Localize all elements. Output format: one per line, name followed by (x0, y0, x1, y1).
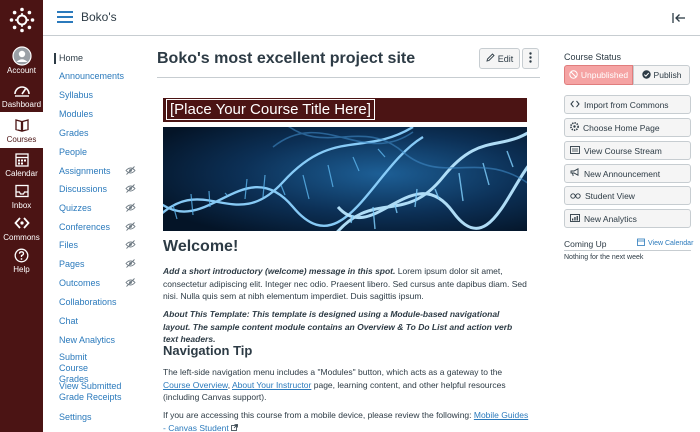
unpublished-button[interactable]: Unpublished (564, 65, 633, 85)
course-header: Boko's (43, 0, 700, 36)
welcome-heading: Welcome! (163, 238, 239, 255)
course-nav-quizzes[interactable]: Quizzes (54, 203, 152, 214)
breadcrumb[interactable]: Boko's (81, 10, 117, 24)
course-nav-syllabus[interactable]: Syllabus (54, 90, 152, 101)
course-nav-people[interactable]: People (54, 147, 152, 158)
navigation-tip-heading: Navigation Tip (163, 343, 253, 358)
commons-icon (570, 100, 580, 110)
hidden-eye-icon (125, 184, 136, 196)
global-nav-account[interactable]: Account (0, 46, 43, 78)
mobile-paragraph: If you are accessing this course from a … (163, 410, 529, 432)
course-nav-modules[interactable]: Modules (54, 109, 152, 120)
dashboard-icon (13, 80, 31, 100)
gear-icon (570, 122, 579, 133)
publish-button[interactable]: Publish (633, 65, 690, 85)
global-nav-calendar[interactable]: Calendar (0, 149, 43, 181)
import-from-commons-button[interactable]: Import from Commons (564, 95, 691, 114)
coming-up-heading: Coming Up (564, 239, 607, 249)
view-course-stream-button[interactable]: View Course Stream (564, 141, 691, 160)
more-options-button[interactable] (522, 48, 539, 69)
course-nav-home[interactable]: Home (54, 53, 152, 64)
inbox-icon (14, 181, 29, 201)
course-status-title: Course Status (564, 52, 622, 62)
hidden-eye-icon (125, 203, 136, 215)
global-nav-courses[interactable]: Courses (0, 112, 43, 148)
edit-button[interactable]: Edit (479, 48, 520, 69)
hidden-eye-icon (125, 222, 136, 234)
new-announcement-button[interactable]: New Announcement (564, 164, 691, 183)
hidden-eye-icon (125, 259, 136, 271)
course-nav-conferences[interactable]: Conferences (54, 222, 152, 233)
global-nav-commons[interactable]: Commons (0, 213, 43, 245)
course-nav-pages[interactable]: Pages (54, 259, 152, 270)
megaphone-icon (570, 168, 580, 179)
course-nav-chat[interactable]: Chat (54, 316, 152, 327)
coming-up-divider (564, 250, 691, 251)
course-nav-discussions[interactable]: Discussions (54, 184, 152, 195)
course-overview-link[interactable]: Course Overview (163, 380, 228, 390)
course-nav-collaborations[interactable]: Collaborations (54, 297, 152, 308)
commons-icon (13, 213, 30, 233)
pencil-icon (486, 53, 495, 64)
stream-icon (570, 145, 580, 156)
hidden-eye-icon (125, 166, 136, 178)
about-paragraph: About This Template: This template is de… (163, 309, 513, 344)
collapse-sidebar-icon[interactable] (672, 11, 686, 29)
course-nav-assignments[interactable]: Assignments (54, 166, 152, 177)
check-circle-icon (641, 69, 651, 81)
help-icon (14, 245, 29, 265)
glasses-icon (570, 191, 581, 201)
about-instructor-link[interactable]: About Your Instructor (232, 380, 311, 390)
book-icon (14, 115, 30, 135)
external-link-icon (229, 423, 238, 432)
course-nav-announcements[interactable]: Announcements (54, 71, 152, 82)
global-nav-inbox[interactable]: Inbox (0, 181, 43, 213)
course-nav-grades[interactable]: Grades (54, 128, 152, 139)
choose-home-page-button[interactable]: Choose Home Page (564, 118, 691, 137)
global-nav-help[interactable]: Help (0, 245, 43, 277)
navigation-paragraph: The left-side navigation menu includes a… (163, 367, 506, 402)
global-navigation: Account Dashboard Courses Calendar Inbox… (0, 0, 43, 432)
canvas-logo-icon[interactable] (0, 0, 43, 40)
global-nav-dashboard[interactable]: Dashboard (0, 80, 43, 112)
hidden-eye-icon (125, 240, 136, 252)
page-title: Boko's most excellent project site (157, 50, 416, 67)
analytics-icon (570, 213, 580, 224)
course-nav-view-submitted-grade-receipts[interactable]: View Submitted Grade Receipts (54, 381, 124, 403)
prohibited-icon (569, 69, 578, 81)
course-nav-settings[interactable]: Settings (54, 412, 152, 423)
avatar-icon (11, 46, 32, 66)
course-nav-new-analytics[interactable]: New Analytics (54, 335, 152, 346)
dna-banner-image (163, 127, 527, 231)
intro-paragraph: Add a short introductory (welcome) messa… (163, 266, 527, 301)
hidden-eye-icon (125, 278, 136, 290)
hamburger-menu-icon[interactable] (57, 11, 73, 24)
title-divider (157, 77, 540, 78)
view-calendar-link[interactable]: View Calendar (637, 238, 693, 248)
new-analytics-button[interactable]: New Analytics (564, 209, 691, 228)
student-view-button[interactable]: Student View (564, 186, 691, 205)
course-nav-outcomes[interactable]: Outcomes (54, 278, 152, 289)
vertical-dots-icon (529, 50, 532, 68)
coming-up-empty-text: Nothing for the next week (564, 254, 644, 261)
course-title-banner: [Place Your Course Title Here] (163, 98, 527, 122)
calendar-icon (14, 149, 29, 169)
course-nav-files[interactable]: Files (54, 240, 152, 251)
calendar-icon (637, 238, 645, 248)
